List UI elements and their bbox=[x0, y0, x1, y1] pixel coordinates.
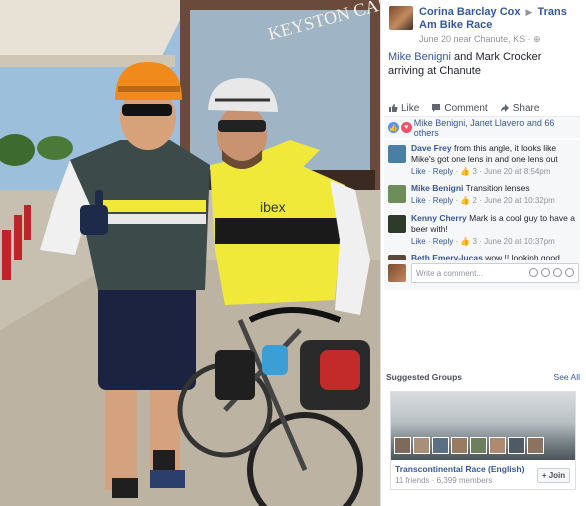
like-button[interactable]: Like bbox=[388, 100, 419, 116]
commenter-name[interactable]: Dave Frey bbox=[411, 143, 452, 153]
post-date[interactable]: June 20 near Chanute, KS bbox=[419, 34, 525, 44]
member-avatar bbox=[470, 437, 487, 454]
comment-item: Kenny Cherry Mark is a cool guy to have … bbox=[384, 210, 580, 250]
member-avatar bbox=[432, 437, 449, 454]
globe-icon: · ⊕ bbox=[527, 34, 541, 44]
post-header: Corina Barclay Cox ▶ Trans Am Bike Race … bbox=[389, 6, 585, 44]
comment-time[interactable]: June 20 at 10:37pm bbox=[484, 237, 555, 246]
comment-body: Mike Benigni Transition lenses Like · Rep… bbox=[411, 183, 555, 207]
author-avatar[interactable] bbox=[389, 6, 413, 30]
suggested-groups-title: Suggested Groups bbox=[386, 372, 463, 382]
comment-meta: Like · Reply · 👍 3 · June 20 at 10:37pm bbox=[411, 237, 555, 246]
comment-placeholder: Write a comment... bbox=[416, 269, 483, 278]
triangle-right-icon: ▶ bbox=[525, 7, 533, 17]
member-avatar bbox=[451, 437, 468, 454]
comment-icon bbox=[432, 104, 441, 112]
photo-scene: KEYSTON CAFE ibex bbox=[0, 0, 380, 506]
member-avatar bbox=[508, 437, 525, 454]
commenter-name[interactable]: Mike Benigni bbox=[411, 183, 463, 193]
comment-item: Mike Benigni Transition lenses Like · Rep… bbox=[384, 180, 580, 210]
gif-icon[interactable] bbox=[553, 268, 562, 277]
group-cover-photo[interactable] bbox=[391, 392, 575, 460]
comment-like-link[interactable]: Like bbox=[411, 167, 426, 176]
comment-button[interactable]: Comment bbox=[431, 100, 488, 116]
tagged-user-link[interactable]: Mike Benigni bbox=[388, 51, 451, 63]
author-name-link[interactable]: Corina Barclay Cox bbox=[419, 6, 520, 18]
post-actions: Like Comment Share bbox=[388, 100, 580, 116]
share-label: Share bbox=[512, 102, 540, 114]
post-photo[interactable]: KEYSTON CAFE ibex bbox=[0, 0, 380, 506]
comment-reply-link[interactable]: Reply bbox=[433, 237, 453, 246]
like-count-icon: 👍 bbox=[460, 237, 473, 246]
emoji-icon[interactable] bbox=[529, 268, 538, 277]
like-count-icon: 👍 bbox=[460, 196, 473, 205]
jersey-logo: ibex bbox=[260, 199, 286, 215]
suggested-groups-header: Suggested Groups See All bbox=[386, 372, 580, 382]
love-reaction-icon: ♥ bbox=[400, 122, 412, 133]
comment-time[interactable]: June 20 at 10:32pm bbox=[484, 196, 555, 205]
comment-body: Dave Frey from this angle, it looks like… bbox=[411, 143, 576, 177]
reaction-names[interactable]: Mike Benigni, Janet Llavero and 66 other… bbox=[414, 118, 580, 138]
write-comment-row: Write a comment... bbox=[384, 260, 580, 286]
member-avatar bbox=[413, 437, 430, 454]
member-faces bbox=[394, 437, 544, 454]
commenter-name[interactable]: Kenny Cherry bbox=[411, 213, 467, 223]
suggested-groups: Suggested Groups See All Transcontinenta… bbox=[386, 372, 580, 492]
group-stats: 11 friends · 6,399 members bbox=[395, 476, 493, 485]
comment-meta: Like · Reply · 👍 3 · June 20 at 8:54pm bbox=[411, 167, 551, 176]
comment-like-link[interactable]: Like bbox=[411, 237, 426, 246]
thumbs-up-icon bbox=[389, 104, 398, 112]
group-card[interactable]: Transcontinental Race (English) 11 frien… bbox=[390, 391, 576, 490]
comment-reply-link[interactable]: Reply bbox=[433, 196, 453, 205]
comment-meta: Like · Reply · 👍 2 · June 20 at 10:32pm bbox=[411, 196, 555, 205]
comment-like-count[interactable]: 2 bbox=[473, 196, 477, 205]
commenter-avatar[interactable] bbox=[388, 185, 406, 203]
camera-icon[interactable] bbox=[541, 268, 550, 277]
comment-body: Kenny Cherry Mark is a cool guy to have … bbox=[411, 213, 576, 247]
like-count-icon: 👍 bbox=[460, 167, 473, 176]
sticker-icon[interactable] bbox=[565, 268, 574, 277]
post-caption: Mike Benigni and Mark Crocker arriving a… bbox=[388, 50, 580, 78]
comment-input-icons bbox=[529, 268, 574, 277]
join-group-button[interactable]: + Join bbox=[537, 468, 570, 483]
share-button[interactable]: Share bbox=[500, 100, 540, 116]
comment-like-count[interactable]: 3 bbox=[473, 237, 477, 246]
share-arrow-icon bbox=[500, 104, 509, 112]
comment-label: Comment bbox=[444, 102, 488, 114]
comment-like-count[interactable]: 3 bbox=[473, 167, 477, 176]
reactions-summary[interactable]: 👍 ♥ Mike Benigni, Janet Llavero and 66 o… bbox=[384, 116, 580, 138]
like-label: Like bbox=[401, 102, 420, 114]
comment-time[interactable]: June 20 at 8:54pm bbox=[484, 167, 550, 176]
member-avatar bbox=[527, 437, 544, 454]
member-avatar bbox=[394, 437, 411, 454]
group-name[interactable]: Transcontinental Race (English) bbox=[395, 464, 524, 474]
commenter-avatar[interactable] bbox=[388, 145, 406, 163]
member-avatar bbox=[489, 437, 506, 454]
comment-input[interactable]: Write a comment... bbox=[411, 263, 579, 283]
commenter-avatar[interactable] bbox=[388, 215, 406, 233]
comment-like-link[interactable]: Like bbox=[411, 196, 426, 205]
post-meta: June 20 near Chanute, KS · ⊕ bbox=[419, 34, 541, 45]
post-author-line: Corina Barclay Cox ▶ Trans Am Bike Race bbox=[419, 6, 585, 32]
comment-reply-link[interactable]: Reply bbox=[433, 167, 453, 176]
like-reaction-icon: 👍 bbox=[388, 122, 399, 133]
see-all-link[interactable]: See All bbox=[554, 372, 580, 382]
comment-item: Dave Frey from this angle, it looks like… bbox=[384, 140, 580, 180]
user-avatar bbox=[388, 264, 406, 282]
comment-text: Transition lenses bbox=[465, 183, 530, 193]
